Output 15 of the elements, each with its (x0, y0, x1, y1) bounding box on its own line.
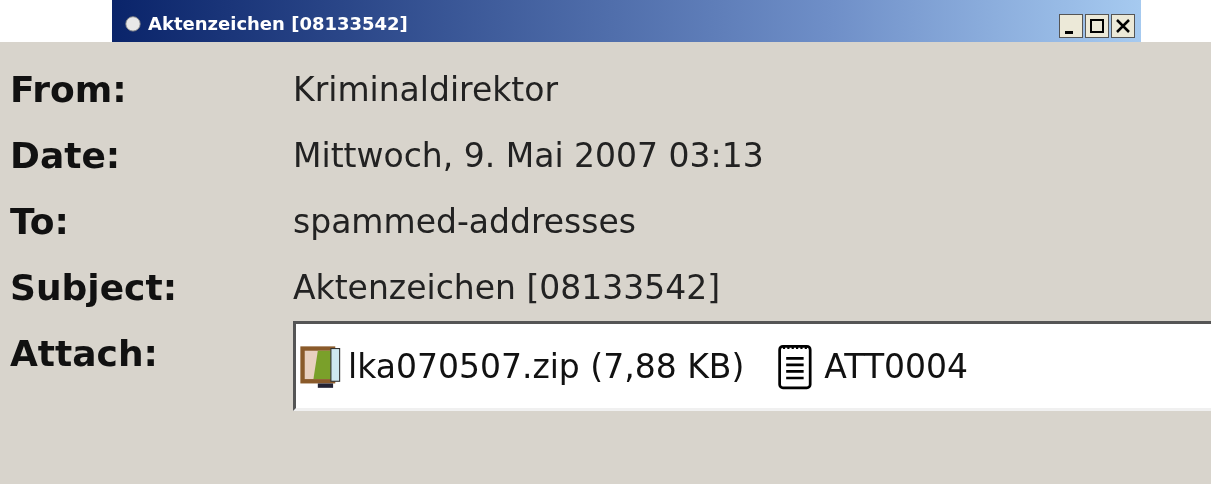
window-title: Aktenzeichen [08133542] (148, 14, 408, 34)
field-label: Date: (10, 134, 122, 176)
attachment-name[interactable]: ATT0004 (824, 346, 969, 386)
field-label: To: (10, 200, 70, 242)
field-label: From: (10, 68, 128, 110)
maximize-icon[interactable] (1085, 14, 1109, 38)
minimize-icon[interactable] (1059, 14, 1083, 38)
attachment-name[interactable]: lka070507.zip (7,88 KB) (348, 346, 745, 386)
field-value: Mittwoch, 9. Mai 2007 03:13 (293, 135, 764, 175)
field-value: Aktenzeichen [08133542] (293, 267, 721, 307)
field-value: spammed-addresses (293, 201, 636, 241)
field-label: Subject: (10, 266, 179, 308)
close-icon[interactable] (1111, 14, 1135, 38)
field-value: Kriminaldirektor (293, 69, 559, 109)
field-label: Attach: (10, 332, 159, 374)
